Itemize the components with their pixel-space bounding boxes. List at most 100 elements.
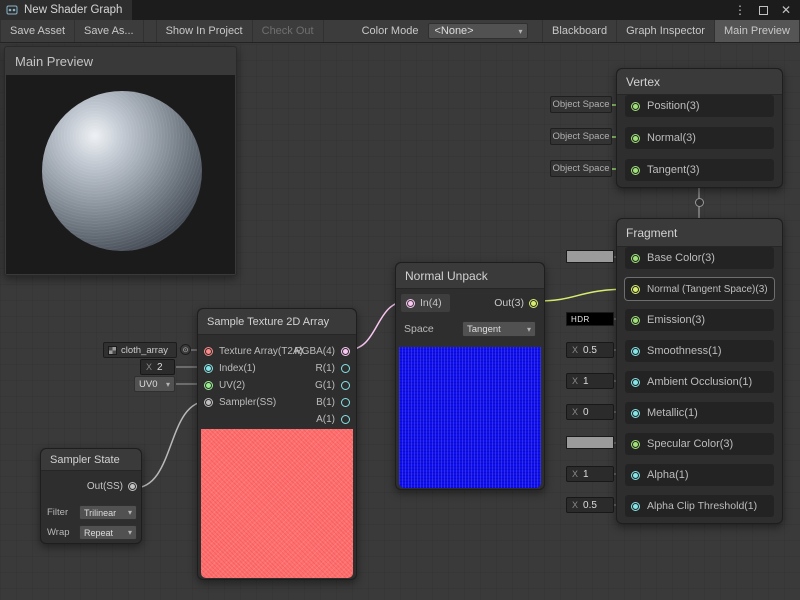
save-as-button[interactable]: Save As... — [75, 20, 144, 42]
port-label: UV(2) — [219, 380, 245, 391]
close-icon[interactable]: ✕ — [781, 0, 791, 20]
node-fragment[interactable]: Fragment Base Color(3) Normal (Tangent S… — [616, 218, 783, 524]
sampler-state-header[interactable]: Sampler State — [41, 449, 141, 471]
in-port[interactable] — [406, 299, 415, 308]
fragment-block-alpha-clip[interactable]: Alpha Clip Threshold(1) — [625, 495, 774, 517]
main-preview-viewport[interactable] — [6, 75, 235, 274]
graph-inspector-toggle-button[interactable]: Graph Inspector — [617, 20, 715, 42]
alpha-field[interactable]: X 1 — [566, 466, 614, 482]
vertex-block-normal[interactable]: Normal(3) — [625, 127, 774, 149]
shader-graph-icon — [6, 4, 18, 16]
position-port[interactable] — [631, 102, 640, 111]
fragment-block-base-color[interactable]: Base Color(3) — [625, 247, 774, 269]
color-mode-dropdown[interactable]: <None> ▾ — [428, 23, 528, 39]
fragment-node-header[interactable]: Fragment — [617, 219, 782, 247]
smoothness-port[interactable] — [631, 347, 640, 356]
out-port[interactable] — [529, 299, 538, 308]
texture-array-port[interactable] — [204, 347, 213, 356]
wrap-row: Wrap Repeat ▾ — [47, 525, 137, 540]
filter-row: Filter Trilinear ▾ — [47, 505, 137, 520]
r-port[interactable] — [341, 364, 350, 373]
window-controls: ⋮ ✕ — [734, 0, 800, 20]
port-label: In(4) — [420, 297, 442, 309]
normal-unpack-title: Normal Unpack — [405, 269, 488, 283]
sampler-port[interactable] — [204, 398, 213, 407]
main-preview-panel[interactable]: Main Preview — [4, 46, 237, 276]
output-rgba: RGBA(4) — [294, 343, 350, 359]
fragment-block-normal[interactable]: Normal (Tangent Space)(3) — [625, 278, 774, 300]
object-picker-icon[interactable]: ⊙ — [180, 344, 191, 355]
normal-port[interactable] — [631, 134, 640, 143]
wrap-dropdown[interactable]: Repeat ▾ — [79, 525, 137, 540]
stack-link-port[interactable] — [695, 198, 704, 207]
tangent-space-dropdown[interactable]: Object Space — [550, 160, 612, 177]
specular-color-swatch[interactable] — [566, 436, 614, 449]
ambient-occlusion-field[interactable]: X 1 — [566, 373, 614, 389]
index-port[interactable] — [204, 364, 213, 373]
window-tab[interactable]: New Shader Graph — [0, 0, 132, 20]
node-normal-unpack[interactable]: Normal Unpack In(4) Out(3) Space Tangent… — [395, 262, 545, 490]
output-g: G(1) — [315, 377, 350, 393]
uv-channel-dropdown[interactable]: UV0 ▾ — [134, 376, 175, 392]
normal-unpack-header[interactable]: Normal Unpack — [396, 263, 544, 289]
block-label: Alpha(1) — [647, 469, 689, 481]
alpha-port[interactable] — [631, 471, 640, 480]
node-sample-texture-2d-array[interactable]: Sample Texture 2D Array Texture Array(T2… — [197, 308, 357, 580]
normal-space-dropdown[interactable]: Object Space — [550, 128, 612, 145]
base-color-port[interactable] — [631, 254, 640, 263]
filter-dropdown[interactable]: Trilinear ▾ — [79, 505, 137, 520]
b-port[interactable] — [341, 398, 350, 407]
filter-value: Trilinear — [84, 508, 116, 518]
normal-tangent-port[interactable] — [631, 285, 640, 294]
fragment-block-emission[interactable]: Emission(3) — [625, 309, 774, 331]
metallic-port[interactable] — [631, 409, 640, 418]
fragment-block-ambient-occlusion[interactable]: Ambient Occlusion(1) — [625, 371, 774, 393]
base-color-swatch[interactable] — [566, 250, 614, 263]
node-vertex[interactable]: Vertex Position(3) Normal(3) Tangent(3) — [616, 68, 783, 188]
vertex-block-position[interactable]: Position(3) — [625, 95, 774, 117]
emission-hdr-swatch[interactable]: HDR — [566, 312, 614, 326]
uv-port[interactable] — [204, 381, 213, 390]
out-ss-port[interactable] — [128, 482, 137, 491]
color-mode-label: Color Mode — [356, 25, 425, 37]
sample-node-header[interactable]: Sample Texture 2D Array — [198, 309, 356, 335]
g-port[interactable] — [341, 381, 350, 390]
maximize-icon[interactable] — [759, 6, 768, 15]
vertex-node-title: Vertex — [626, 75, 660, 89]
index-field[interactable]: X 2 — [140, 359, 175, 375]
fragment-block-specular-color[interactable]: Specular Color(3) — [625, 433, 774, 455]
preview-sphere — [42, 91, 202, 251]
vertex-node-header[interactable]: Vertex — [617, 69, 782, 95]
main-preview-header[interactable]: Main Preview — [5, 47, 236, 75]
alpha-value: 1 — [583, 469, 589, 480]
texture-array-field[interactable]: cloth_array — [103, 342, 177, 358]
fragment-block-alpha[interactable]: Alpha(1) — [625, 464, 774, 486]
ambient-occlusion-port[interactable] — [631, 378, 640, 387]
vertex-block-tangent[interactable]: Tangent(3) — [625, 159, 774, 181]
position-space-dropdown[interactable]: Object Space — [550, 96, 612, 113]
metallic-field[interactable]: X 0 — [566, 404, 614, 420]
node-sampler-state[interactable]: Sampler State Out(SS) Filter Trilinear ▾… — [40, 448, 142, 544]
specular-color-port[interactable] — [631, 440, 640, 449]
sampler-state-title: Sampler State — [50, 454, 120, 466]
show-in-project-button[interactable]: Show In Project — [156, 20, 253, 42]
alpha-clip-port[interactable] — [631, 502, 640, 511]
kebab-menu-icon[interactable]: ⋮ — [734, 0, 746, 20]
alpha-clip-value: 0.5 — [583, 500, 597, 511]
tangent-port[interactable] — [631, 166, 640, 175]
fragment-block-metallic[interactable]: Metallic(1) — [625, 402, 774, 424]
emission-port[interactable] — [631, 316, 640, 325]
main-preview-toggle-button[interactable]: Main Preview — [715, 20, 800, 42]
fragment-block-smoothness[interactable]: Smoothness(1) — [625, 340, 774, 362]
alpha-clip-field[interactable]: X 0.5 — [566, 497, 614, 513]
wrap-value: Repeat — [84, 528, 113, 538]
hdr-badge: HDR — [571, 315, 590, 324]
index-value: 2 — [157, 362, 163, 373]
space-dropdown[interactable]: Tangent ▾ — [462, 321, 536, 337]
smoothness-field[interactable]: X 0.5 — [566, 342, 614, 358]
a-port[interactable] — [341, 415, 350, 424]
rgba-port[interactable] — [341, 347, 350, 356]
blackboard-toggle-button[interactable]: Blackboard — [542, 20, 617, 42]
output-r: R(1) — [316, 360, 350, 376]
save-asset-button[interactable]: Save Asset — [0, 20, 75, 42]
